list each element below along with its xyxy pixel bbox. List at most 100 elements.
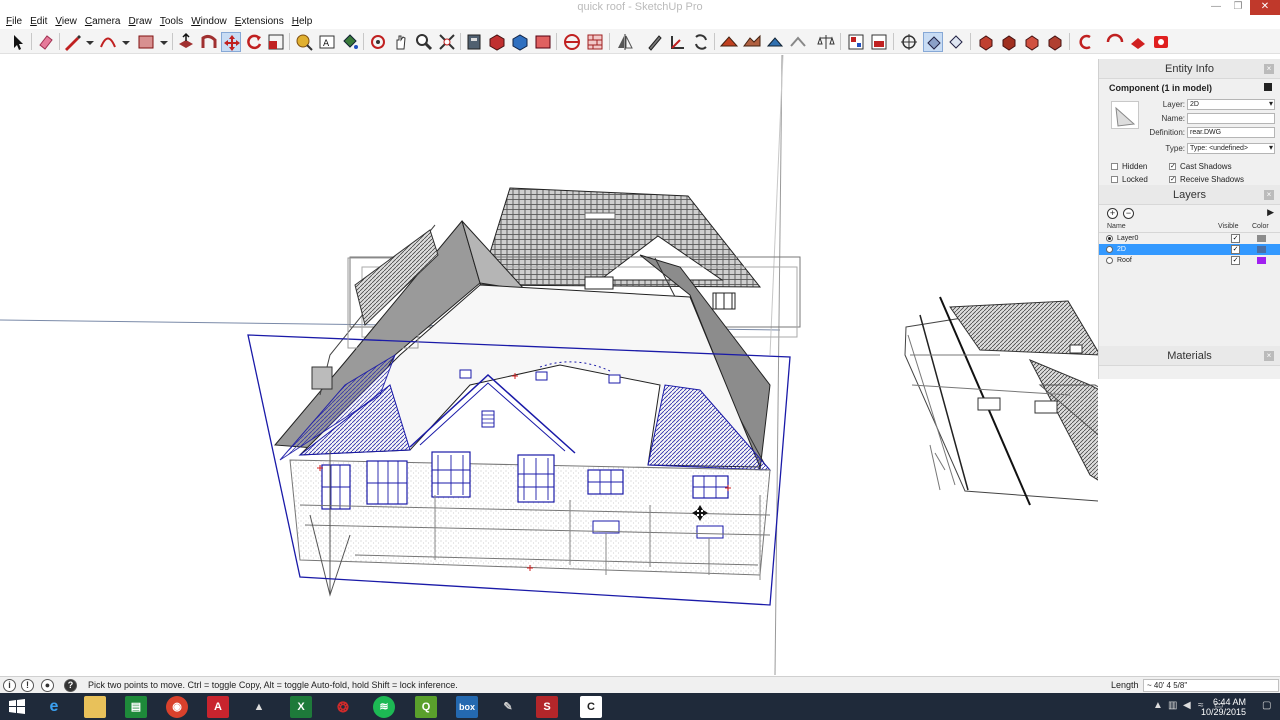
arc-dropdown-icon[interactable] [116, 32, 136, 52]
checkmark-icon[interactable]: ✓ [1169, 163, 1176, 170]
zoom-icon[interactable] [414, 32, 434, 52]
locked-checkbox[interactable]: Locked [1111, 174, 1148, 185]
view-right-icon[interactable] [1045, 32, 1065, 52]
tray-up-icon[interactable]: ▲ [1153, 700, 1163, 711]
scale-balance-icon[interactable] [816, 32, 836, 52]
rectangle-icon[interactable] [136, 32, 156, 52]
layer-row-2d[interactable]: 2D ✓ [1099, 244, 1280, 255]
network-icon[interactable]: ▥ [1168, 700, 1177, 711]
view-top-icon[interactable] [999, 32, 1019, 52]
shape-dropdown-icon[interactable] [154, 32, 174, 52]
visible-checkbox[interactable]: ✓ [1231, 256, 1240, 265]
sandbox-flip-edge-icon[interactable] [788, 32, 808, 52]
sandbox-stamp-icon[interactable] [742, 32, 762, 52]
follow-me-icon[interactable] [199, 32, 219, 52]
pan-icon[interactable] [391, 32, 411, 52]
chrome-icon[interactable]: ◉ [166, 696, 188, 718]
menu-file[interactable]: File [2, 15, 26, 29]
extension-warehouse-icon[interactable] [533, 32, 553, 52]
extension-tool-icon[interactable] [1105, 32, 1125, 52]
layer-color-swatch[interactable] [1257, 246, 1266, 253]
mirror-icon[interactable] [615, 32, 635, 52]
col-color[interactable]: Color [1252, 221, 1269, 233]
menu-edit[interactable]: Edit [26, 15, 51, 29]
tape-measure-icon[interactable] [294, 32, 314, 52]
text-icon[interactable]: A [317, 32, 337, 52]
hidden-checkbox-box[interactable] [1111, 163, 1118, 170]
sandbox-drape-icon[interactable] [765, 32, 785, 52]
checkmark-icon[interactable]: ✓ [1169, 176, 1176, 183]
active-layer-radio[interactable] [1106, 235, 1113, 242]
undo-arc-icon[interactable] [1075, 32, 1095, 52]
flip-icon[interactable] [691, 32, 711, 52]
col-name[interactable]: Name [1107, 221, 1126, 233]
definition-input[interactable]: rear.DWG [1187, 127, 1275, 138]
measurements-box[interactable]: ~ 40' 4 5/8" [1143, 679, 1279, 692]
excel-store-icon[interactable]: ▤ [125, 696, 147, 718]
locked-checkbox-box[interactable] [1111, 176, 1118, 183]
sandbox-smoove-icon[interactable] [719, 32, 739, 52]
minimize-button[interactable]: — [1204, 0, 1228, 15]
layer-row-layer0[interactable]: Layer0 ✓ [1099, 233, 1280, 244]
quicken-icon[interactable]: Q [415, 696, 437, 718]
sketchup-icon[interactable]: S [536, 696, 558, 718]
share-model-icon[interactable] [510, 32, 530, 52]
help-icon[interactable]: ? [64, 679, 77, 692]
adobe-icon[interactable]: ❂ [332, 696, 354, 718]
credits-icon[interactable]: ! [21, 679, 34, 692]
delete-layer-icon[interactable]: − [1123, 208, 1134, 219]
section-plane-icon[interactable] [562, 32, 582, 52]
zoom-extents-icon[interactable] [437, 32, 457, 52]
position-camera-icon[interactable] [899, 32, 919, 52]
visible-checkbox[interactable]: ✓ [1231, 245, 1240, 254]
col-visible[interactable]: Visible [1218, 221, 1239, 233]
layer-color-swatch[interactable] [1257, 257, 1266, 264]
layer-color-swatch[interactable] [1257, 235, 1266, 242]
menu-tools[interactable]: Tools [156, 15, 187, 29]
entity-info-header[interactable]: Entity Info × [1099, 59, 1280, 79]
arc-icon[interactable] [98, 32, 118, 52]
receive-shadows-checkbox[interactable]: ✓ Receive Shadows [1169, 174, 1244, 185]
wall-icon[interactable] [585, 32, 605, 52]
layer-row-roof[interactable]: Roof ✓ [1099, 255, 1280, 266]
layers-details-icon[interactable]: ▶ [1267, 207, 1274, 218]
revit-icon[interactable]: ▲ [248, 696, 270, 718]
file-explorer-icon[interactable] [84, 696, 106, 718]
x-ray-icon[interactable] [923, 32, 943, 52]
visible-checkbox[interactable]: ✓ [1231, 234, 1240, 243]
active-layer-radio[interactable] [1106, 246, 1113, 253]
axes-icon[interactable] [668, 32, 688, 52]
line-dropdown-icon[interactable] [80, 32, 100, 52]
panel-close-icon[interactable]: × [1264, 64, 1274, 74]
model-viewport[interactable] [0, 55, 1098, 675]
notifications-icon[interactable]: ▢ [1262, 700, 1271, 711]
cast-shadows-checkbox[interactable]: ✓ Cast Shadows [1169, 161, 1232, 172]
materials-header[interactable]: Materials × [1099, 346, 1280, 366]
hidden-checkbox[interactable]: Hidden [1111, 161, 1147, 172]
push-pull-icon[interactable] [176, 32, 196, 52]
box-icon[interactable]: box [456, 696, 478, 718]
sketchbook-icon[interactable]: ✎ [497, 696, 519, 718]
windows-start-icon[interactable] [6, 696, 28, 718]
menu-help[interactable]: Help [288, 15, 317, 29]
user-icon[interactable]: ● [41, 679, 54, 692]
eraser-icon[interactable] [36, 32, 56, 52]
clock[interactable]: 6:44 AM 10/29/2015 [1201, 697, 1246, 717]
excel-icon[interactable]: X [290, 696, 312, 718]
panel-close-icon[interactable]: × [1264, 190, 1274, 200]
restore-button[interactable]: ❐ [1226, 0, 1250, 15]
select-icon[interactable] [8, 32, 28, 52]
layer-select[interactable]: 2D [1187, 99, 1275, 110]
pencil-line-icon[interactable] [62, 32, 82, 52]
autocad-icon[interactable]: A [207, 696, 229, 718]
edge-icon[interactable]: e [43, 696, 65, 718]
view-front-icon[interactable] [1022, 32, 1042, 52]
fredo-tool-icon[interactable] [1128, 32, 1148, 52]
camtasia-icon[interactable]: C [580, 696, 602, 718]
pin-icon[interactable] [1264, 83, 1272, 91]
menu-view[interactable]: View [51, 15, 81, 29]
pencil-draw-icon[interactable] [645, 32, 665, 52]
back-edges-icon[interactable] [946, 32, 966, 52]
close-button[interactable]: ✕ [1250, 0, 1280, 15]
menu-camera[interactable]: Camera [81, 15, 125, 29]
